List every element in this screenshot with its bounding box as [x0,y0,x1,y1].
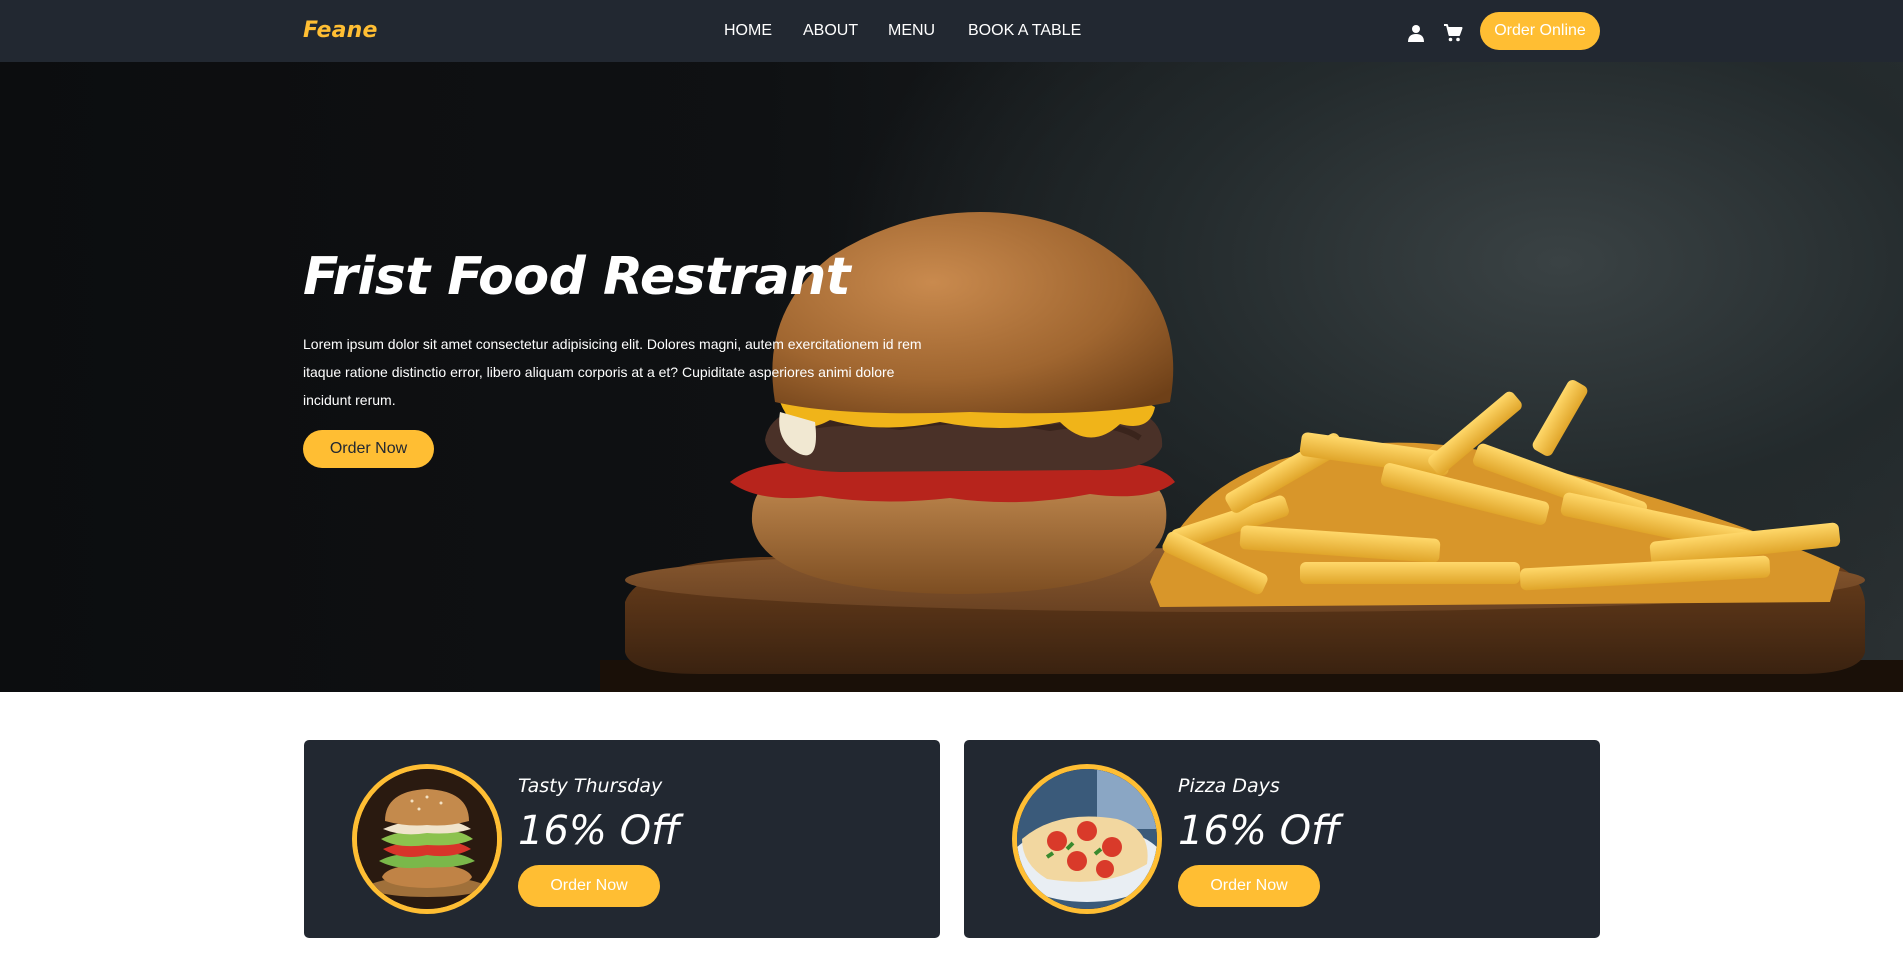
nav-link-about[interactable]: About [803,22,858,40]
cart-icon[interactable] [1443,23,1463,43]
nav-link-menu[interactable]: Menu [888,22,935,40]
offer-order-now-button[interactable]: Order Now [518,865,660,907]
offer-burger-image [352,764,502,914]
nav-link-home[interactable]: Home [724,22,772,40]
offer-subtitle: Tasty Thursday [518,775,663,797]
offer-order-now-button[interactable]: Order Now [1178,865,1320,907]
nav-link-book-a-table[interactable]: Book A Table [968,22,1081,40]
user-icon[interactable] [1408,24,1424,42]
navbar: Feane Home About Menu Book A Table Order… [0,0,1903,62]
brand-logo[interactable]: Feane [303,18,378,43]
hero-title: Frist Food Restrant [303,247,851,307]
hero-description: Lorem ipsum dolor sit amet consectetur a… [303,336,922,408]
hero-section: Frist Food Restrant Lorem ipsum dolor si… [0,62,1903,692]
hero-order-now-button[interactable]: Order Now [303,430,434,468]
offer-pizza-image [1012,764,1162,914]
offer-subtitle: Pizza Days [1178,775,1280,797]
offer-card-pizza-days: Pizza Days 16% Off Order Now [964,740,1600,938]
order-online-button[interactable]: Order Online [1480,12,1600,50]
offer-discount: 16% Off [1178,808,1340,854]
hero-burger-fries-image [600,212,1903,692]
offer-card-tasty-thursday: Tasty Thursday 16% Off Order Now [304,740,940,938]
offer-discount: 16% Off [518,808,680,854]
